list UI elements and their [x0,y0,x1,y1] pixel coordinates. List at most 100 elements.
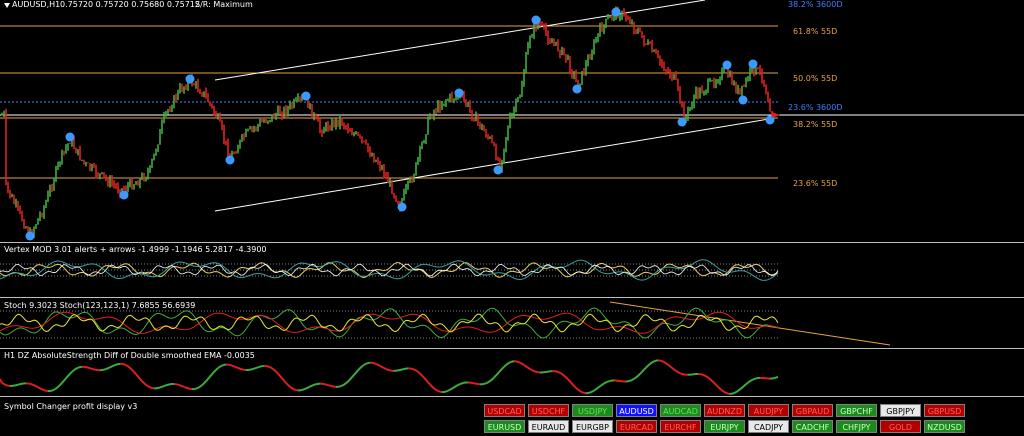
strength-line-segment [159,385,163,389]
symbol-button-chfjpy[interactable]: CHFJPY [836,420,877,433]
strength-line-segment [593,388,597,392]
fib-label-50: 50.0% 55D [793,74,838,83]
strength-line-segment [181,385,185,388]
symbol-button-gbpaud[interactable]: GBPAUD [792,404,833,417]
strength-line-segment [273,369,277,373]
strength-line-segment [703,374,707,378]
channel-upper-line [214,0,706,81]
strength-line-segment [327,384,331,387]
strength-line-segment [41,388,45,392]
symbol-button-usdjpy[interactable]: USDJPY [572,404,613,417]
strength-line-segment [303,387,307,391]
strength-line-segment [77,366,81,369]
strength-line-segment [575,387,579,391]
strength-line-segment [449,387,453,391]
strength-line-segment [157,386,161,389]
price-chart-panel[interactable]: AUDUSD,H1 0.75720 0.75720 0.75680 0.7571… [0,0,1024,242]
strength-line-segment [459,382,463,385]
strength-line-segment [285,382,289,386]
symbol-button-audusd[interactable]: AUDUSD [616,404,657,417]
strength-line-segment [39,387,43,391]
strength-line-segment [0,378,3,384]
symbol-button-usdchf[interactable]: USDCHF [528,404,569,417]
strength-line-segment [385,368,389,371]
strength-line-segment [419,372,423,377]
strength-line-segment [423,377,427,381]
strength-line-segment [67,373,71,377]
strength-line-segment [521,362,525,366]
strength-line-segment [111,364,115,368]
strength-line-segment [743,383,747,387]
strength-line-segment [351,374,355,378]
strength-line-segment [195,386,199,390]
strength-line-segment [187,387,191,390]
strength-line-segment [461,381,465,385]
symbol-button-audnzd[interactable]: AUDNZD [704,404,745,417]
symbol-button-eurcad[interactable]: EURCAD [616,420,657,433]
strength-line-segment [491,376,495,381]
symbol-button-cadjpy[interactable]: CADJPY [748,420,789,433]
symbol-button-audjpy[interactable]: AUDJPY [748,404,789,417]
strength-line-segment [437,390,441,393]
symbol-button-audcad[interactable]: AUDCAD [660,404,701,417]
strength-line-segment [275,370,279,375]
strength-line-segment [379,364,383,368]
strength-line-segment [255,366,259,369]
strength-line-segment [115,363,119,366]
symbol-button-gbpusd[interactable]: GBPUSD [924,404,965,417]
strength-line-segment [205,378,209,382]
strength-line-segment [235,366,239,369]
strength-line-segment [29,382,33,386]
strength-line-segment [283,379,287,384]
strength-line-segment [675,370,679,374]
vertex-indicator-panel[interactable]: Vertex MOD 3.01 alerts + arrows -1.4999 … [0,243,1024,297]
symbol-button-nzdusd[interactable]: NZDUSD [924,420,965,433]
strength-line-segment [633,376,637,380]
strength-line-segment [489,378,493,382]
symbol-button-eurgbp[interactable]: EURGBP [572,420,613,433]
strength-line-segment [435,389,439,392]
strength-line-segment [325,383,329,387]
strength-line-segment [213,369,217,373]
strength-line-segment [71,369,75,373]
strength-line-segment [281,377,285,382]
symbol-button-usdcad[interactable]: USDCAD [484,404,525,417]
symbol-button-eurchf[interactable]: EURCHF [660,420,701,433]
price-chart-canvas[interactable] [0,0,1024,242]
strength-line-segment [35,385,39,389]
strength-line-segment [525,365,529,369]
strength-line-segment [33,384,37,388]
strength-line-segment [505,362,509,366]
strength-line-segment [305,386,309,390]
symbol-button-gbpjpy[interactable]: GBPJPY [880,404,921,417]
symbol-button-eurjpy[interactable]: EURJPY [704,420,745,433]
strength-line-segment [145,384,149,388]
strength-line-segment [527,366,531,370]
strength-line-segment [301,388,305,391]
strength-line-segment [233,365,237,369]
symbol-button-euraud[interactable]: EURAUD [528,420,569,433]
strength-line-segment [641,369,645,373]
symbol-button-cadchf[interactable]: CADCHF [792,420,833,433]
strength-line-segment [517,360,521,364]
strength-line-segment [373,362,377,365]
strength-line-segment [123,363,127,367]
swing-dots-group [25,7,775,241]
strength-line-segment [177,383,181,387]
strength-line-segment [451,386,455,390]
strength-line-segment [529,368,533,372]
strength-line-segment [605,380,609,384]
symbol-button-gold[interactable]: GOLD [880,420,921,433]
symbol-button-gbpchf[interactable]: GBPCHF [836,404,877,417]
strength-line-segment [559,371,563,375]
strength-line-segment [445,389,449,393]
swing-point-dot [531,15,541,25]
symbol-button-eurusd[interactable]: EURUSD [484,420,525,433]
strength-line-segment [661,360,665,363]
strength-line-segment [63,377,67,382]
strength-line-segment [503,364,507,368]
strength-line-segment [647,363,651,367]
strength-line-segment [665,362,669,366]
stoch-indicator-panel[interactable]: Stoch 9.3023 Stoch(123,123,1) 7.6855 56.… [0,298,1024,348]
strength-indicator-panel[interactable]: H1 DZ AbsoluteStrength Diff of Double sm… [0,349,1024,396]
